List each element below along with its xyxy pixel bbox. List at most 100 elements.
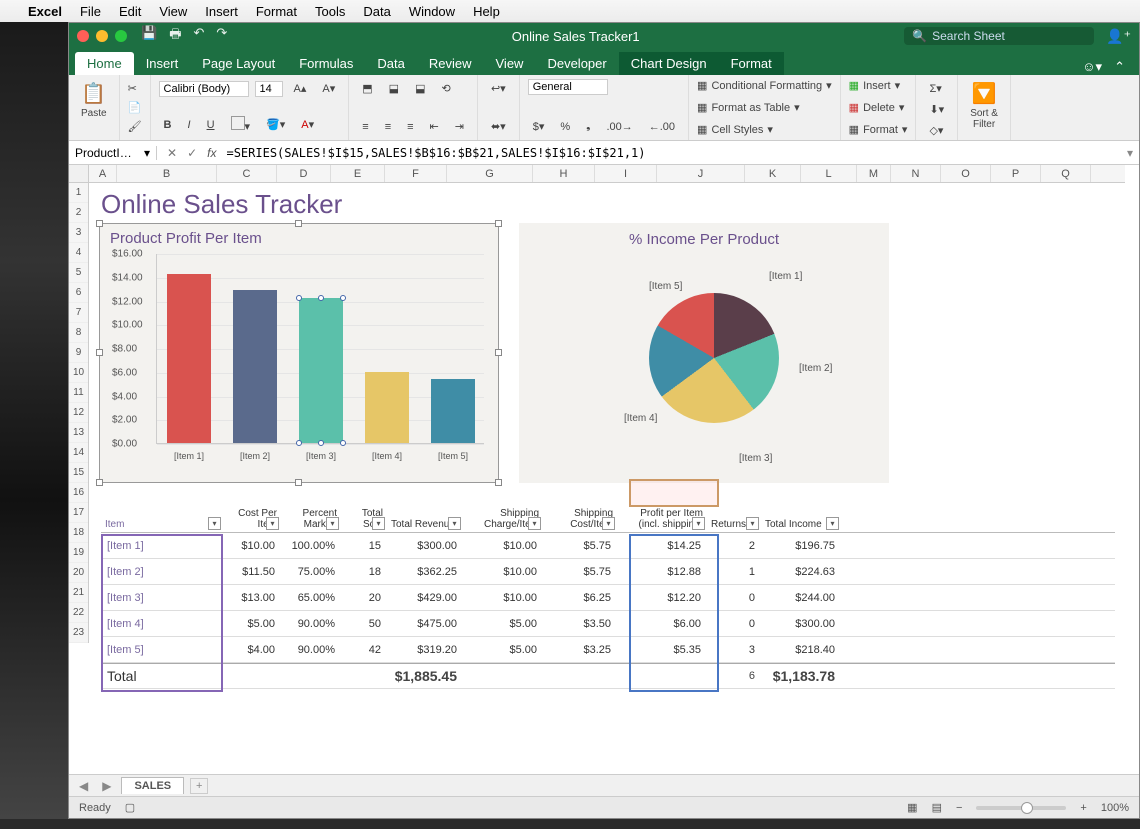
- resize-handle[interactable]: [295, 479, 302, 486]
- table-cell[interactable]: $300.00: [387, 540, 463, 552]
- row-header[interactable]: 9: [69, 343, 88, 363]
- row-header[interactable]: 7: [69, 303, 88, 323]
- menu-window[interactable]: Window: [409, 4, 455, 19]
- sheet-nav-prev-icon[interactable]: ◀: [75, 779, 92, 793]
- add-sheet-button[interactable]: +: [190, 778, 208, 794]
- zoom-level[interactable]: 100%: [1101, 802, 1129, 814]
- indent-increase-icon[interactable]: ⇥: [450, 117, 469, 136]
- resize-handle[interactable]: [495, 220, 502, 227]
- fill-icon[interactable]: ⬇▾: [924, 100, 949, 119]
- filter-button[interactable]: ▾: [692, 517, 705, 530]
- col-header[interactable]: A: [89, 165, 117, 182]
- table-cell[interactable]: 2: [707, 540, 761, 552]
- row-header[interactable]: 22: [69, 603, 88, 623]
- table-cell[interactable]: $196.75: [761, 540, 841, 552]
- row-header[interactable]: 1: [69, 183, 88, 203]
- table-row[interactable]: [Item 2]$11.5075.00%18$362.25$10.00$5.75…: [101, 559, 1115, 585]
- table-cell[interactable]: $6.00: [617, 618, 707, 630]
- column-headers[interactable]: ABCDEFGHIJKLMNOPQ: [89, 165, 1125, 183]
- filter-button[interactable]: ▾: [528, 517, 541, 530]
- table-cell[interactable]: [Item 3]: [101, 592, 223, 604]
- table-cell[interactable]: 50: [341, 618, 387, 630]
- table-cell[interactable]: 0: [707, 592, 761, 604]
- border-button[interactable]: ▾: [226, 113, 256, 136]
- tab-formulas[interactable]: Formulas: [287, 52, 365, 75]
- percent-icon[interactable]: %: [555, 118, 575, 136]
- table-cell[interactable]: $475.00: [387, 618, 463, 630]
- qat-print-icon[interactable]: 🖶: [169, 25, 181, 47]
- row-header[interactable]: 6: [69, 283, 88, 303]
- table-cell[interactable]: $12.20: [617, 592, 707, 604]
- menu-view[interactable]: View: [159, 4, 187, 19]
- table-cell[interactable]: 15: [341, 540, 387, 552]
- row-header[interactable]: 15: [69, 463, 88, 483]
- bar-chart[interactable]: Product Profit Per Item $0.00$2.00$4.00$…: [99, 223, 499, 483]
- table-cell[interactable]: $10.00: [463, 592, 543, 604]
- table-row[interactable]: [Item 1]$10.00100.00%15$300.00$10.00$5.7…: [101, 533, 1115, 559]
- align-bottom-icon[interactable]: ⬓: [410, 79, 430, 98]
- filter-button[interactable]: ▾: [602, 517, 615, 530]
- tab-chart-design[interactable]: Chart Design: [619, 52, 719, 75]
- tab-insert[interactable]: Insert: [134, 52, 191, 75]
- minimize-window-button[interactable]: [96, 30, 108, 42]
- normal-view-icon[interactable]: ▦: [907, 801, 917, 814]
- col-header[interactable]: M: [857, 165, 891, 182]
- tab-data[interactable]: Data: [365, 52, 416, 75]
- font-size-select[interactable]: [255, 81, 283, 97]
- collapse-ribbon-icon[interactable]: ⌃: [1114, 59, 1125, 75]
- table-cell[interactable]: 18: [341, 566, 387, 578]
- number-format-select[interactable]: [528, 79, 608, 95]
- table-cell[interactable]: 20: [341, 592, 387, 604]
- decrease-font-icon[interactable]: A▾: [317, 79, 340, 98]
- formula-input[interactable]: =SERIES(SALES!$I$15,SALES!$B$16:$B$21,SA…: [222, 146, 1121, 160]
- fx-icon[interactable]: fx: [207, 146, 216, 160]
- row-header[interactable]: 19: [69, 543, 88, 563]
- col-header[interactable]: N: [891, 165, 941, 182]
- col-header[interactable]: I: [595, 165, 657, 182]
- table-cell[interactable]: $218.40: [761, 644, 841, 656]
- filter-button[interactable]: ▾: [372, 517, 385, 530]
- align-left-icon[interactable]: ≡: [357, 118, 373, 136]
- table-cell[interactable]: $12.88: [617, 566, 707, 578]
- filter-button[interactable]: ▾: [826, 517, 839, 530]
- sheet-tab-sales[interactable]: SALES: [121, 777, 184, 794]
- col-header[interactable]: G: [447, 165, 533, 182]
- col-header[interactable]: B: [117, 165, 217, 182]
- menu-data[interactable]: Data: [363, 4, 390, 19]
- table-cell[interactable]: $300.00: [761, 618, 841, 630]
- table-cell[interactable]: $5.00: [463, 644, 543, 656]
- col-header[interactable]: H: [533, 165, 595, 182]
- select-all-corner[interactable]: [69, 165, 89, 183]
- col-header[interactable]: P: [991, 165, 1041, 182]
- table-cell[interactable]: $5.35: [617, 644, 707, 656]
- format-as-table-button[interactable]: ▦ Format as Table ▾: [697, 101, 832, 114]
- macro-record-icon[interactable]: ▢: [125, 801, 135, 814]
- table-cell[interactable]: $5.75: [543, 566, 617, 578]
- row-header[interactable]: 3: [69, 223, 88, 243]
- align-top-icon[interactable]: ⬒: [357, 79, 377, 98]
- row-header[interactable]: 17: [69, 503, 88, 523]
- delete-cells-button[interactable]: ▦ Delete ▾: [849, 101, 908, 114]
- align-right-icon[interactable]: ≡: [402, 118, 418, 136]
- account-icon[interactable]: ☺▾: [1082, 59, 1102, 75]
- expand-formula-icon[interactable]: ▾: [1121, 146, 1139, 160]
- filter-button[interactable]: ▾: [326, 517, 339, 530]
- zoom-slider[interactable]: [976, 806, 1066, 810]
- zoom-thumb[interactable]: [1021, 802, 1033, 814]
- wrap-text-icon[interactable]: ↩▾: [486, 79, 511, 98]
- table-cell[interactable]: $429.00: [387, 592, 463, 604]
- share-icon[interactable]: 👤⁺: [1106, 28, 1131, 45]
- page-layout-view-icon[interactable]: ▤: [932, 801, 942, 814]
- table-cell[interactable]: $10.00: [463, 566, 543, 578]
- table-cell[interactable]: 65.00%: [281, 592, 341, 604]
- insert-cells-button[interactable]: ▦ Insert ▾: [849, 79, 908, 92]
- menu-file[interactable]: File: [80, 4, 101, 19]
- table-cell[interactable]: 90.00%: [281, 644, 341, 656]
- resize-handle[interactable]: [96, 220, 103, 227]
- row-header[interactable]: 8: [69, 323, 88, 343]
- merge-cells-icon[interactable]: ⬌▾: [486, 117, 511, 136]
- sheet-nav-next-icon[interactable]: ▶: [98, 779, 115, 793]
- filter-button[interactable]: ▾: [266, 517, 279, 530]
- tab-view[interactable]: View: [484, 52, 536, 75]
- table-cell[interactable]: $14.25: [617, 540, 707, 552]
